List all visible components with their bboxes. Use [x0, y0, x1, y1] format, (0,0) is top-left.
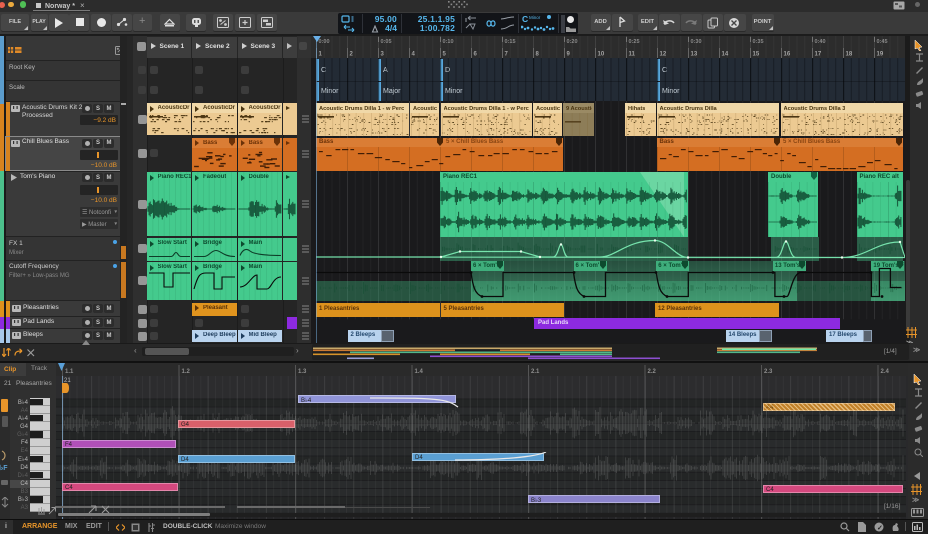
svg-text:2.3: 2.3: [764, 369, 773, 375]
svg-text:1.3: 1.3: [298, 369, 307, 375]
svg-text:2.4: 2.4: [881, 369, 890, 375]
svg-text:1.1: 1.1: [65, 369, 74, 375]
svg-text:1.4: 1.4: [415, 369, 424, 375]
svg-text:2.1: 2.1: [531, 369, 540, 375]
svg-text:1.2: 1.2: [182, 369, 191, 375]
svg-text:✓: ✓: [877, 525, 883, 532]
svg-text:2.2: 2.2: [648, 369, 657, 375]
